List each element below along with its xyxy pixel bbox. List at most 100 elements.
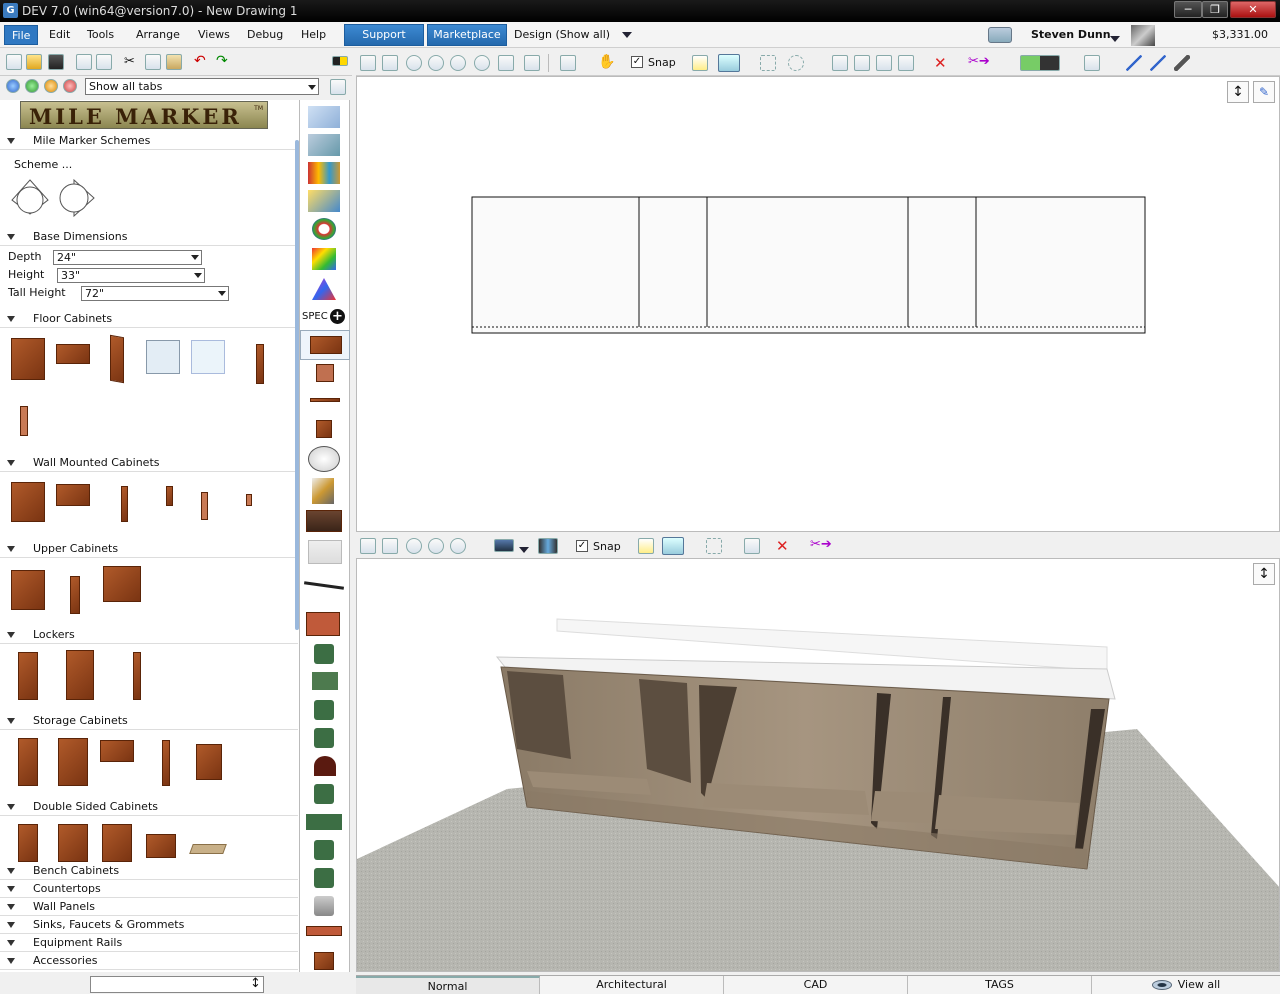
floor-cabinet-thumb[interactable] [11,338,45,380]
tab-table-icon[interactable] [308,540,342,564]
tab-chair-icon[interactable] [314,644,334,664]
section-floor-cabinets[interactable]: Floor Cabinets [0,310,298,328]
double-sided-cabinet-thumb[interactable] [58,824,88,862]
floor-panel-thumb[interactable] [256,344,264,384]
upper-corner-cabinet-thumb[interactable] [103,566,141,602]
cut-icon[interactable]: ✂ [124,54,140,70]
section-mile-marker-schemes[interactable]: Mile Marker Schemes [0,132,298,150]
tab-fixture-icon[interactable] [312,478,334,504]
redo-icon[interactable]: ↷ [216,53,232,69]
mirror-icon[interactable] [876,55,892,71]
camera-view-chevron-icon[interactable] [519,547,529,553]
tab-materials-icon[interactable] [308,162,340,184]
menu-file[interactable]: File [4,25,39,45]
nav-down-icon[interactable] [25,79,39,93]
tab-tags[interactable]: TAGS [908,976,1092,994]
section-sinks-faucets-grommets[interactable]: Sinks, Faucets & Grommets [0,916,298,934]
save-icon[interactable] [48,54,64,70]
menu-arrange[interactable]: Arrange [129,25,187,45]
floor-cabinet-thumb[interactable] [56,344,90,364]
section-base-dimensions[interactable]: Base Dimensions [0,228,298,246]
align-icon[interactable] [898,55,914,71]
menu-debug[interactable]: Debug [240,25,290,45]
zoom-fit-icon[interactable] [406,55,422,71]
section-lockers[interactable]: Lockers [0,626,298,644]
draw-dimension-icon[interactable] [1150,55,1166,71]
depth-select[interactable]: 24" [53,250,202,265]
double-sided-cabinet-thumb[interactable] [146,834,176,858]
nav-up-icon[interactable] [6,79,20,93]
tab-shapes-icon[interactable] [312,248,336,270]
section-bench-cabinets[interactable]: Bench Cabinets [0,862,298,880]
storage-panel-thumb[interactable] [162,740,170,786]
catalog-scrollbar[interactable] [295,140,299,630]
zoom-out-icon[interactable] [450,538,466,554]
nav-down-alt-icon[interactable] [44,79,58,93]
print-preview-icon[interactable] [76,54,92,70]
avatar[interactable] [1131,25,1155,46]
floor-cabinet-thumb[interactable] [110,334,124,384]
wall-panel-thumb[interactable] [246,494,252,506]
section-storage-cabinets[interactable]: Storage Cabinets [0,712,298,730]
section-wall-mounted-cabinets[interactable]: Wall Mounted Cabinets [0,454,298,472]
tab-sofa-icon[interactable] [312,672,338,690]
tab-box-icon[interactable] [316,420,332,438]
draw-line-icon[interactable] [1126,55,1142,71]
pen-icon[interactable] [332,56,348,66]
height-select[interactable]: 33" [57,268,205,283]
storage-cabinet-thumb[interactable] [100,740,134,762]
zoom-previous-icon[interactable] [474,55,490,71]
wall-cabinet-thumb[interactable] [11,482,45,522]
cut-to-layer-icon[interactable]: ✂➔ [810,537,842,553]
scheme-label[interactable]: Scheme ... [14,158,72,171]
zoom-out-icon[interactable] [450,55,466,71]
wall-panel-thumb[interactable] [201,492,208,520]
move-icon[interactable] [744,538,760,554]
measure-icon[interactable] [1174,55,1190,71]
zoom-extents-icon[interactable] [360,55,376,71]
snap-point-icon[interactable] [692,55,708,71]
tab-workstation-icon[interactable] [306,926,342,936]
zoom-window-icon[interactable] [382,538,398,554]
menu-help[interactable]: Help [294,25,333,45]
zoom-extents-icon[interactable] [360,538,376,554]
snap-grid-icon[interactable] [718,54,740,72]
tab-star-icon[interactable] [312,278,336,300]
tab-bench-icon[interactable] [306,814,342,830]
tab-building-icon[interactable] [308,134,340,156]
snap-checkbox[interactable]: ✓ [576,540,588,552]
user-name[interactable]: Steven Dunn [1031,28,1111,41]
tab-armchair-icon[interactable] [314,700,334,720]
snap-point-icon[interactable] [638,538,654,554]
print-icon[interactable] [96,54,112,70]
tab-room-icon[interactable] [308,106,340,128]
resize-vertical-icon[interactable]: ↕ [1227,81,1249,103]
section-accessories[interactable]: Accessories [0,952,298,970]
menu-edit[interactable]: Edit [42,25,77,45]
tab-guest-chair-icon[interactable] [314,840,334,860]
add-spec-icon[interactable]: + [330,309,345,324]
select-rectangle-icon[interactable] [706,538,722,554]
scheme-option-b-icon[interactable] [59,178,95,218]
select-lasso-icon[interactable] [788,55,804,71]
tab-colors-icon[interactable] [312,218,336,240]
double-sided-cabinet-thumb[interactable] [18,824,38,862]
perspective-view[interactable]: ↕ [356,558,1280,972]
tab-dresser-icon[interactable] [306,510,342,532]
wall-cabinet-thumb[interactable] [56,484,90,506]
tab-cad[interactable]: CAD [724,976,908,994]
tab-view-all[interactable]: View all [1092,976,1280,994]
select-rectangle-icon[interactable] [760,55,776,71]
minimize-button[interactable]: ─ [1174,1,1202,18]
plan-view[interactable]: ↕ ✎ [356,76,1280,532]
open-folder-icon[interactable] [26,54,42,70]
upper-panel-thumb[interactable] [70,576,80,614]
user-menu-chevron-icon[interactable] [1110,36,1120,42]
zoom-in-icon[interactable] [428,55,444,71]
upper-cabinet-thumb[interactable] [11,570,45,610]
section-double-sided-cabinets[interactable]: Double Sided Cabinets [0,798,298,816]
glass-cabinet-thumb[interactable] [191,340,225,374]
double-sided-cabinet-thumb[interactable] [102,824,132,862]
section-equipment-rails[interactable]: Equipment Rails [0,934,298,952]
pan-hand-icon[interactable]: ✋ [598,54,615,70]
